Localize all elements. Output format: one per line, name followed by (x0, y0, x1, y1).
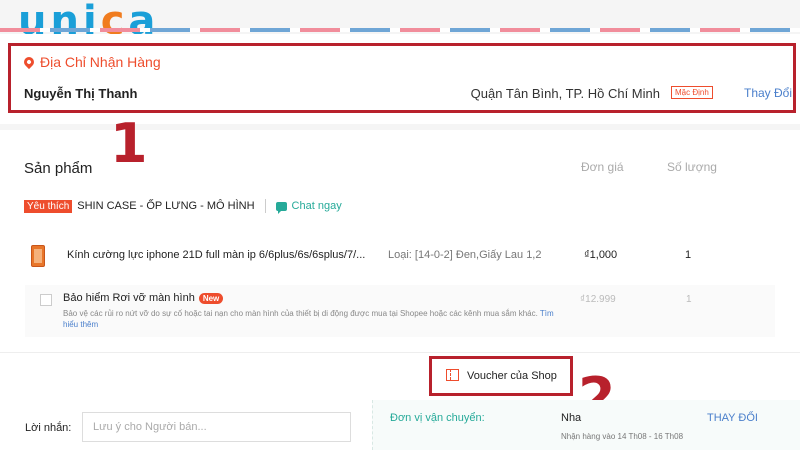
change-address-link[interactable]: Thay Đổi (744, 86, 792, 100)
product-price: ₫1,000 (584, 249, 618, 261)
product-name: Kính cường lực iphone 21D full màn ip 6/… (67, 249, 366, 261)
divider (264, 199, 266, 213)
address-section (0, 34, 800, 124)
products-title: Sản phẩm (24, 160, 93, 177)
insurance-checkbox[interactable] (40, 294, 52, 306)
insurance-quantity: 1 (686, 294, 692, 305)
insurance-description-text: Bảo vệ các rủi ro nứt vỡ do sự cố hoặc t… (63, 309, 538, 318)
new-badge: New (198, 292, 224, 304)
location-pin-icon (21, 54, 37, 70)
shop-name[interactable]: SHIN CASE - ỐP LƯNG - MÔ HÌNH (77, 200, 254, 212)
divider (0, 352, 800, 353)
product-variant: Loại: [14-0-2] Đen,Giấy Lau 1,2 (388, 249, 542, 261)
delivery-date: Nhận hàng vào 14 Th08 - 16 Th08 (561, 432, 684, 441)
insurance-description: Bảo vệ các rủi ro nứt vỡ do sự cố hoặc t… (63, 308, 563, 330)
chat-icon[interactable] (275, 201, 287, 214)
address-title: Địa Chỉ Nhận Hàng (21, 54, 161, 70)
message-input[interactable] (82, 412, 351, 442)
annotation-number-1: 1 (110, 112, 148, 175)
address-title-text: Địa Chỉ Nhận Hàng (40, 54, 161, 70)
product-thumbnail (26, 244, 50, 268)
envelope-stripe (0, 28, 800, 32)
insurance-title: Bảo hiểm Rơi vỡ màn hình New (63, 292, 224, 304)
shop-voucher-button[interactable]: Voucher của Shop (467, 370, 557, 382)
shipping-panel (372, 400, 800, 450)
default-badge: Mặc Định (671, 86, 713, 99)
column-header-price: Đơn giá (581, 160, 624, 174)
product-quantity: 1 (685, 249, 692, 261)
insurance-title-text: Bảo hiểm Rơi vỡ màn hình (63, 292, 195, 304)
change-shipping-button[interactable]: THAY ĐỔI (707, 412, 758, 424)
voucher-icon[interactable] (446, 369, 459, 381)
address-location: Quận Tân Bình, TP. Hồ Chí Minh (470, 86, 660, 101)
shipping-label: Đơn vị vận chuyển: (390, 412, 485, 424)
chat-now-button[interactable]: Chat ngay (292, 200, 342, 212)
message-label: Lời nhắn: (25, 422, 72, 434)
recipient-name: Nguyễn Thị Thanh (24, 86, 138, 101)
favorite-tag: Yêu thích (24, 199, 73, 213)
column-header-quantity: Số lượng (667, 160, 717, 174)
insurance-price: ₫12.999 (580, 294, 616, 305)
shop-row: Yêu thích SHIN CASE - ỐP LƯNG - MÔ HÌNH … (24, 199, 342, 214)
shipping-carrier: Nha (561, 412, 582, 424)
